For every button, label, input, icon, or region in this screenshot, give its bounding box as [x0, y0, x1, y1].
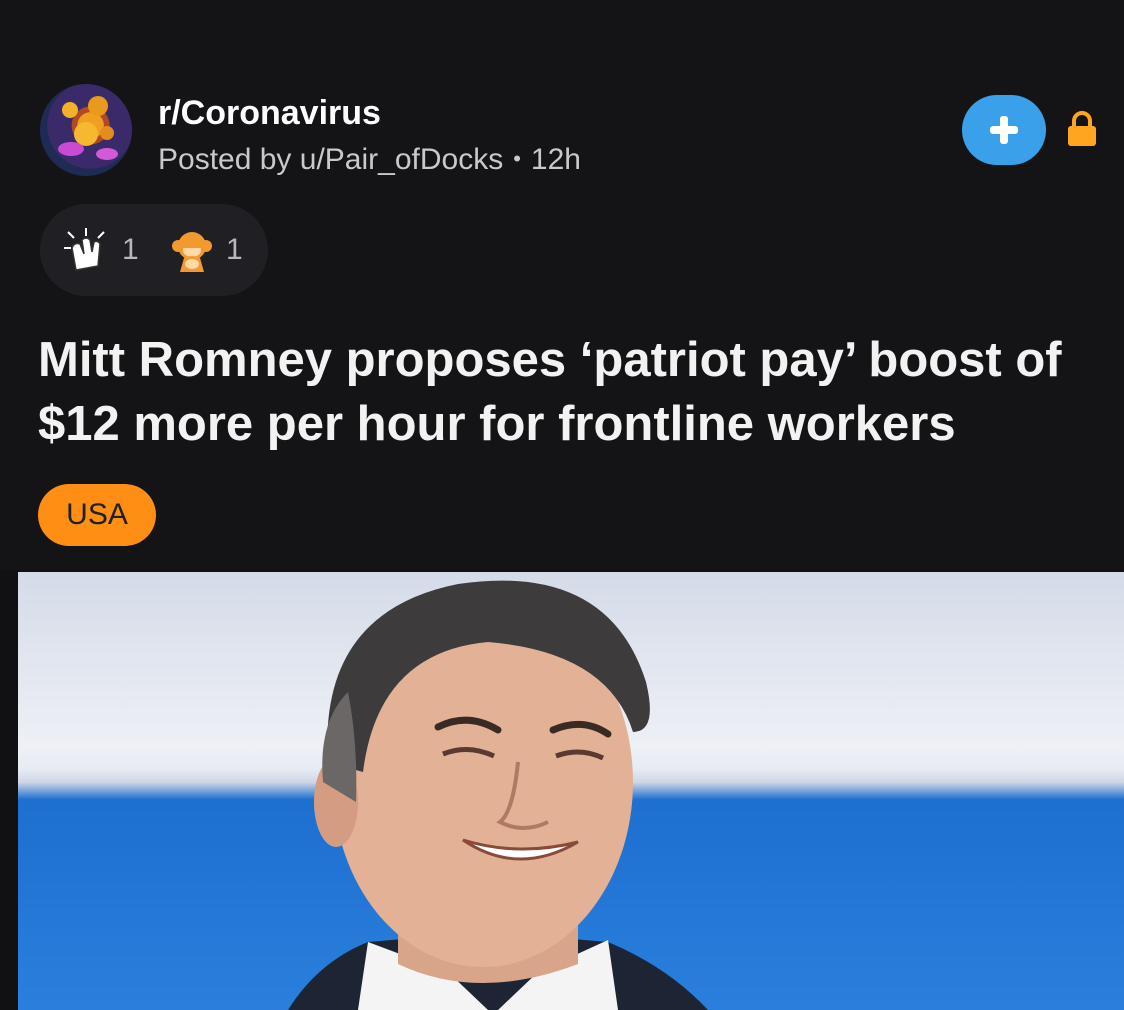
- post-age: 12h: [530, 143, 581, 176]
- post-header: r/Coronavirus Posted by u/Pair_ofDocks • 1…: [0, 0, 1124, 570]
- post-image[interactable]: [18, 572, 1124, 1010]
- monkey-award-icon: [172, 232, 212, 272]
- posted-by-label: Posted by: [158, 143, 292, 176]
- clapping-hands-award-icon: [64, 228, 105, 271]
- award-count: 1: [122, 233, 139, 266]
- join-button[interactable]: [962, 95, 1046, 165]
- post-title[interactable]: Mitt Romney proposes ‘patriot pay’ boost…: [38, 328, 1118, 456]
- virus-particle-icon: [58, 142, 84, 156]
- lock-icon: [1068, 111, 1096, 146]
- award-count: 1: [226, 233, 243, 266]
- portrait-image: [288, 580, 708, 1010]
- virus-particle-icon: [62, 102, 78, 118]
- plus-icon: [990, 116, 1018, 144]
- virus-particle-icon: [96, 148, 118, 160]
- subreddit-avatar[interactable]: [40, 84, 132, 176]
- separator-dot: •: [513, 146, 521, 171]
- post-flair[interactable]: USA: [38, 484, 156, 546]
- awards-bar[interactable]: 1 1: [40, 204, 268, 296]
- post-meta: Posted by u/Pair_ofDocks • 12h: [158, 143, 581, 177]
- author-link[interactable]: u/Pair_ofDocks: [300, 143, 503, 176]
- virus-particle-icon: [100, 126, 114, 140]
- subreddit-name[interactable]: r/Coronavirus: [158, 94, 381, 133]
- virus-particle-icon: [88, 96, 108, 116]
